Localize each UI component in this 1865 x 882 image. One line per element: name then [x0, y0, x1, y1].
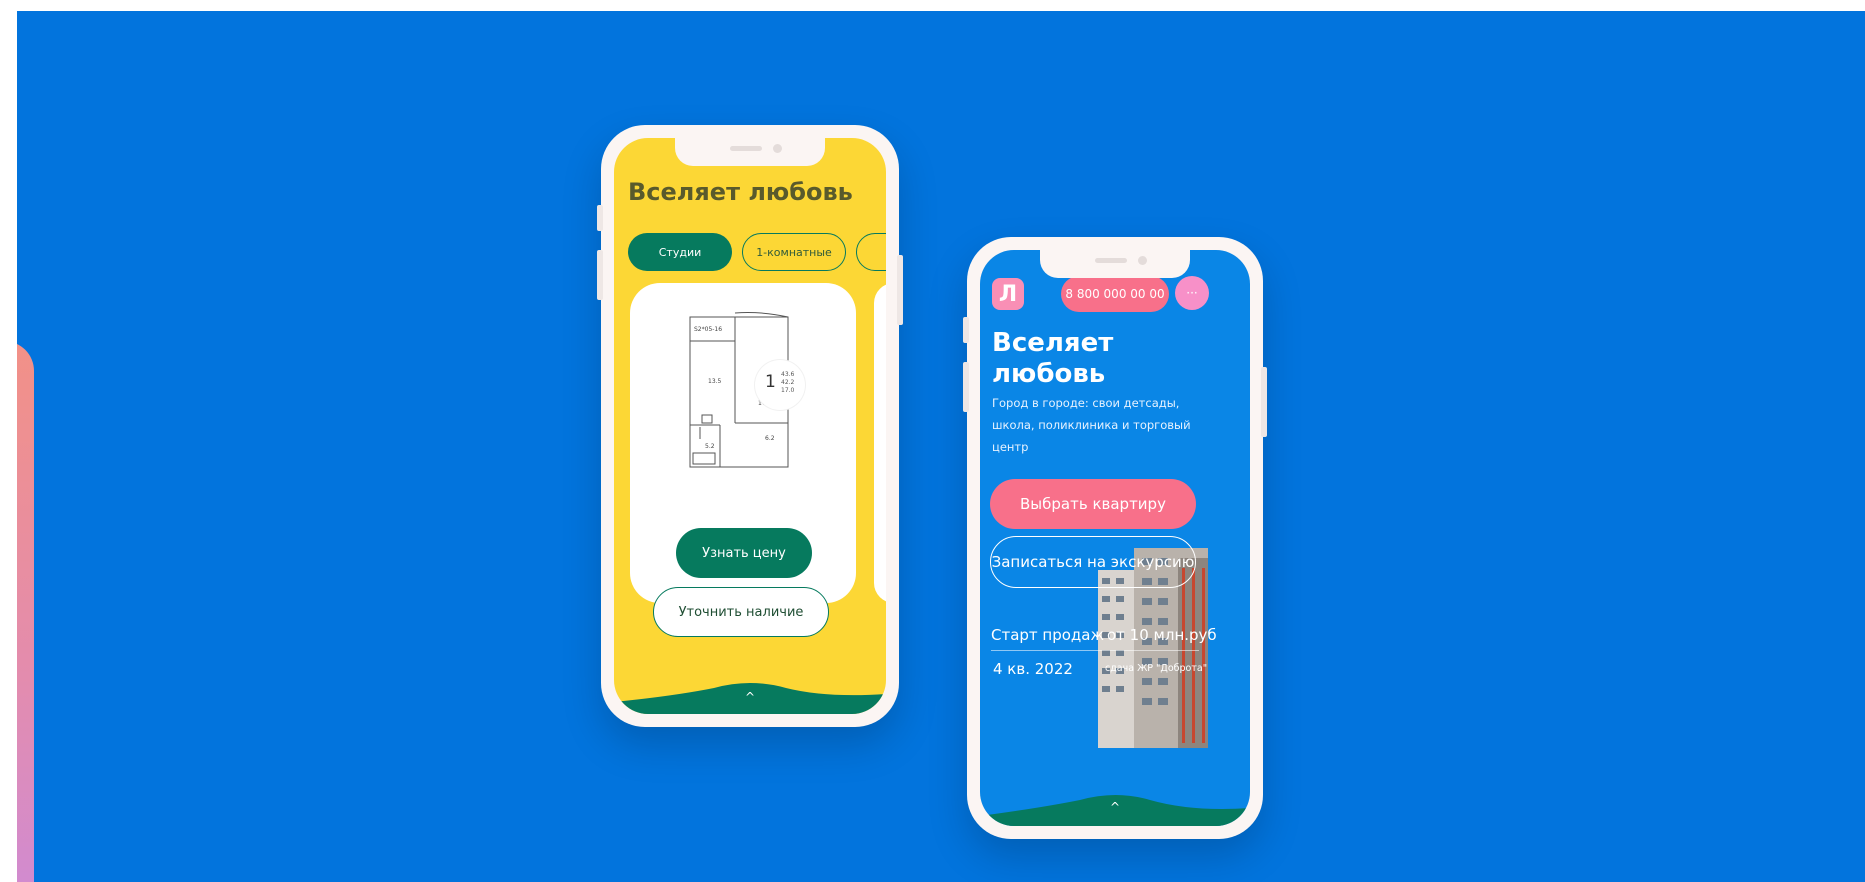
total-area: 43.6 — [781, 371, 795, 378]
tab-2-room[interactable]: 2- — [856, 233, 886, 271]
check-availability-button[interactable]: Уточнить наличие — [653, 587, 829, 637]
phone-notch — [675, 138, 825, 166]
apartment-type-tabs: Студии 1-комнатные 2- — [628, 233, 886, 271]
side-button — [597, 250, 603, 300]
completion-note: сдача ЖР "Доброта" — [1105, 663, 1208, 674]
book-tour-button[interactable]: Записаться на экскурсию — [990, 536, 1196, 588]
phone-notch — [1040, 250, 1190, 278]
side-button — [963, 317, 969, 343]
phone-mockup-catalog: Вселяет любовь Студии 1-комнатные 2- — [597, 125, 903, 727]
brand-logo[interactable]: Л — [992, 278, 1024, 310]
tab-studios[interactable]: Студии — [628, 233, 732, 271]
plan-label: S2*05-16 — [694, 326, 722, 333]
hero-subtitle: Город в городе: свои детсады, школа, пол… — [992, 396, 1191, 454]
phone-screen: Л 8 800 000 00 00 ··· Вселяет любовь Гор… — [980, 250, 1250, 826]
room-count: 1 — [765, 372, 776, 392]
area-badge: 1 43.6 42.2 17.0 — [755, 360, 805, 410]
side-button — [597, 205, 603, 231]
sales-start-label: Старт продаж — [991, 626, 1105, 644]
scroll-up-icon[interactable]: ^ — [745, 690, 755, 704]
plan-label: 13.5 — [708, 378, 722, 385]
get-price-button[interactable]: Узнать цену — [676, 528, 812, 578]
choose-apartment-button[interactable]: Выбрать квартиру — [990, 479, 1196, 529]
info-divider — [991, 650, 1199, 651]
page-title: Вселяет любовь — [628, 178, 853, 206]
side-button — [897, 255, 903, 325]
plan-label: 5.2 — [705, 443, 715, 450]
gradient-accent — [17, 341, 34, 882]
more-menu-icon[interactable]: ··· — [1175, 276, 1209, 310]
sales-price: от 10 млн.руб — [1107, 626, 1217, 644]
completion-date: 4 кв. 2022 — [993, 660, 1073, 678]
tab-1-room[interactable]: 1-комнатные — [742, 233, 846, 271]
hero-title: Вселяет любовь — [992, 328, 1114, 389]
side-button — [1261, 367, 1267, 437]
kitchen-area: 17.0 — [781, 387, 795, 394]
phone-screen: Вселяет любовь Студии 1-комнатные 2- — [614, 138, 886, 714]
next-card-peek[interactable] — [874, 283, 886, 603]
scroll-up-icon[interactable]: ^ — [1110, 800, 1120, 814]
plan-label: 6.2 — [765, 435, 775, 442]
blue-background: Вселяет любовь Студии 1-комнатные 2- — [17, 11, 1865, 882]
phone-mockup-landing: Л 8 800 000 00 00 ··· Вселяет любовь Гор… — [963, 237, 1267, 839]
phone-number-button[interactable]: 8 800 000 00 00 — [1061, 276, 1169, 312]
area-values: 43.6 42.2 17.0 — [781, 371, 794, 395]
side-button — [963, 362, 969, 412]
living-area: 42.2 — [781, 379, 795, 386]
